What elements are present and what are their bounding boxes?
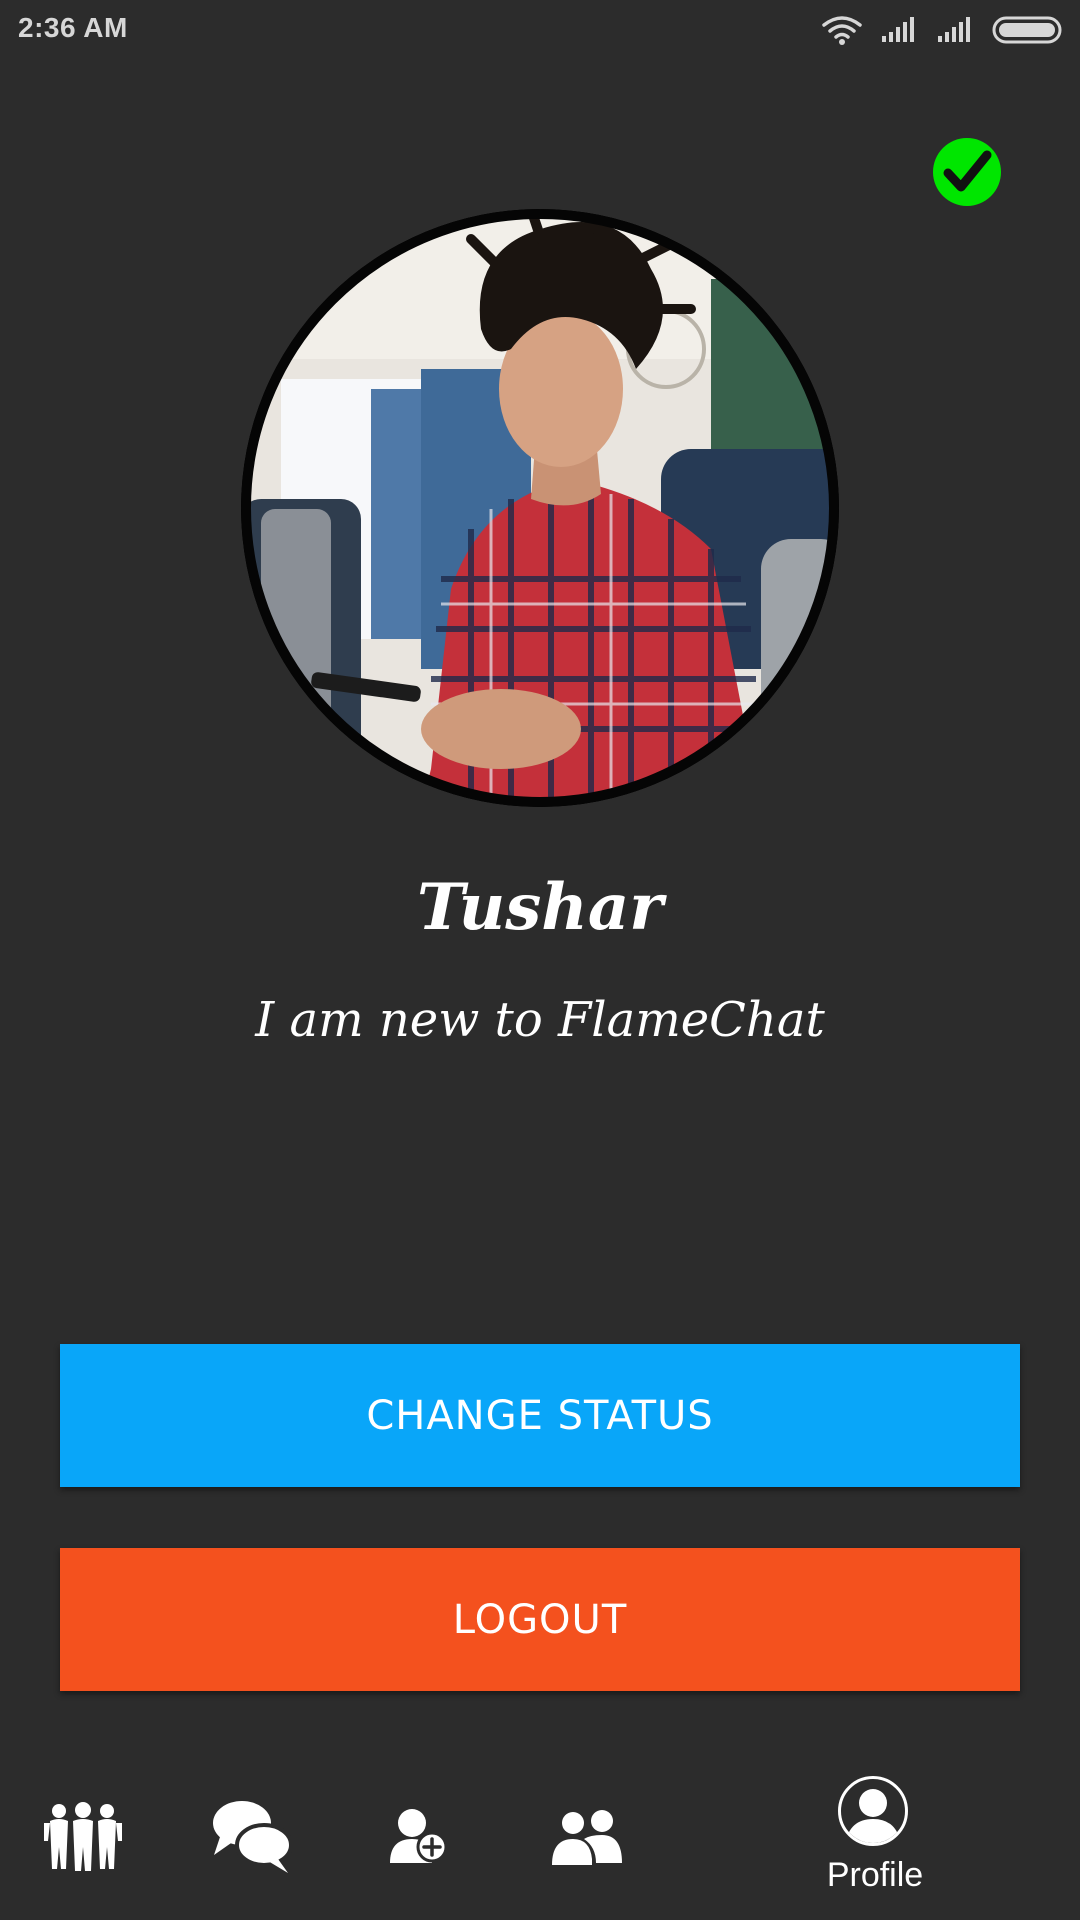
battery-icon: [992, 16, 1062, 44]
profile-status-text: I am new to FlameChat: [255, 992, 825, 1048]
profile-avatar[interactable]: [241, 209, 839, 807]
signal-icon: [882, 17, 914, 42]
nav-friends[interactable]: [552, 1809, 622, 1865]
status-bar: 2:36 AM: [0, 0, 1080, 64]
add-friend-icon: [390, 1809, 448, 1863]
profile-name: Tushar: [416, 870, 664, 945]
groups-icon: [44, 1802, 122, 1871]
status-time: 2:36 AM: [18, 12, 128, 43]
nav-groups[interactable]: [44, 1801, 122, 1871]
nav-add-friend[interactable]: [388, 1807, 448, 1865]
check-circle-icon: [933, 138, 1001, 206]
signal-icon: [938, 17, 970, 42]
logout-button[interactable]: LOGOUT: [60, 1548, 1020, 1691]
chats-icon: [213, 1801, 293, 1873]
nav-profile[interactable]: Profile: [820, 1776, 930, 1906]
wifi-icon: [822, 16, 862, 45]
profile-screen: 2:36 AM Tushar I am new to FlameChat CHA…: [0, 0, 1080, 1920]
avatar-photo: [241, 209, 839, 807]
friends-icon: [552, 1810, 622, 1865]
nav-profile-label: Profile: [826, 1856, 924, 1894]
profile-icon: [838, 1776, 908, 1846]
nav-chats[interactable]: [212, 1797, 293, 1873]
change-status-button[interactable]: CHANGE STATUS: [60, 1344, 1020, 1487]
status-icons: [822, 14, 1064, 46]
bottom-nav: Profile: [0, 1752, 1080, 1920]
